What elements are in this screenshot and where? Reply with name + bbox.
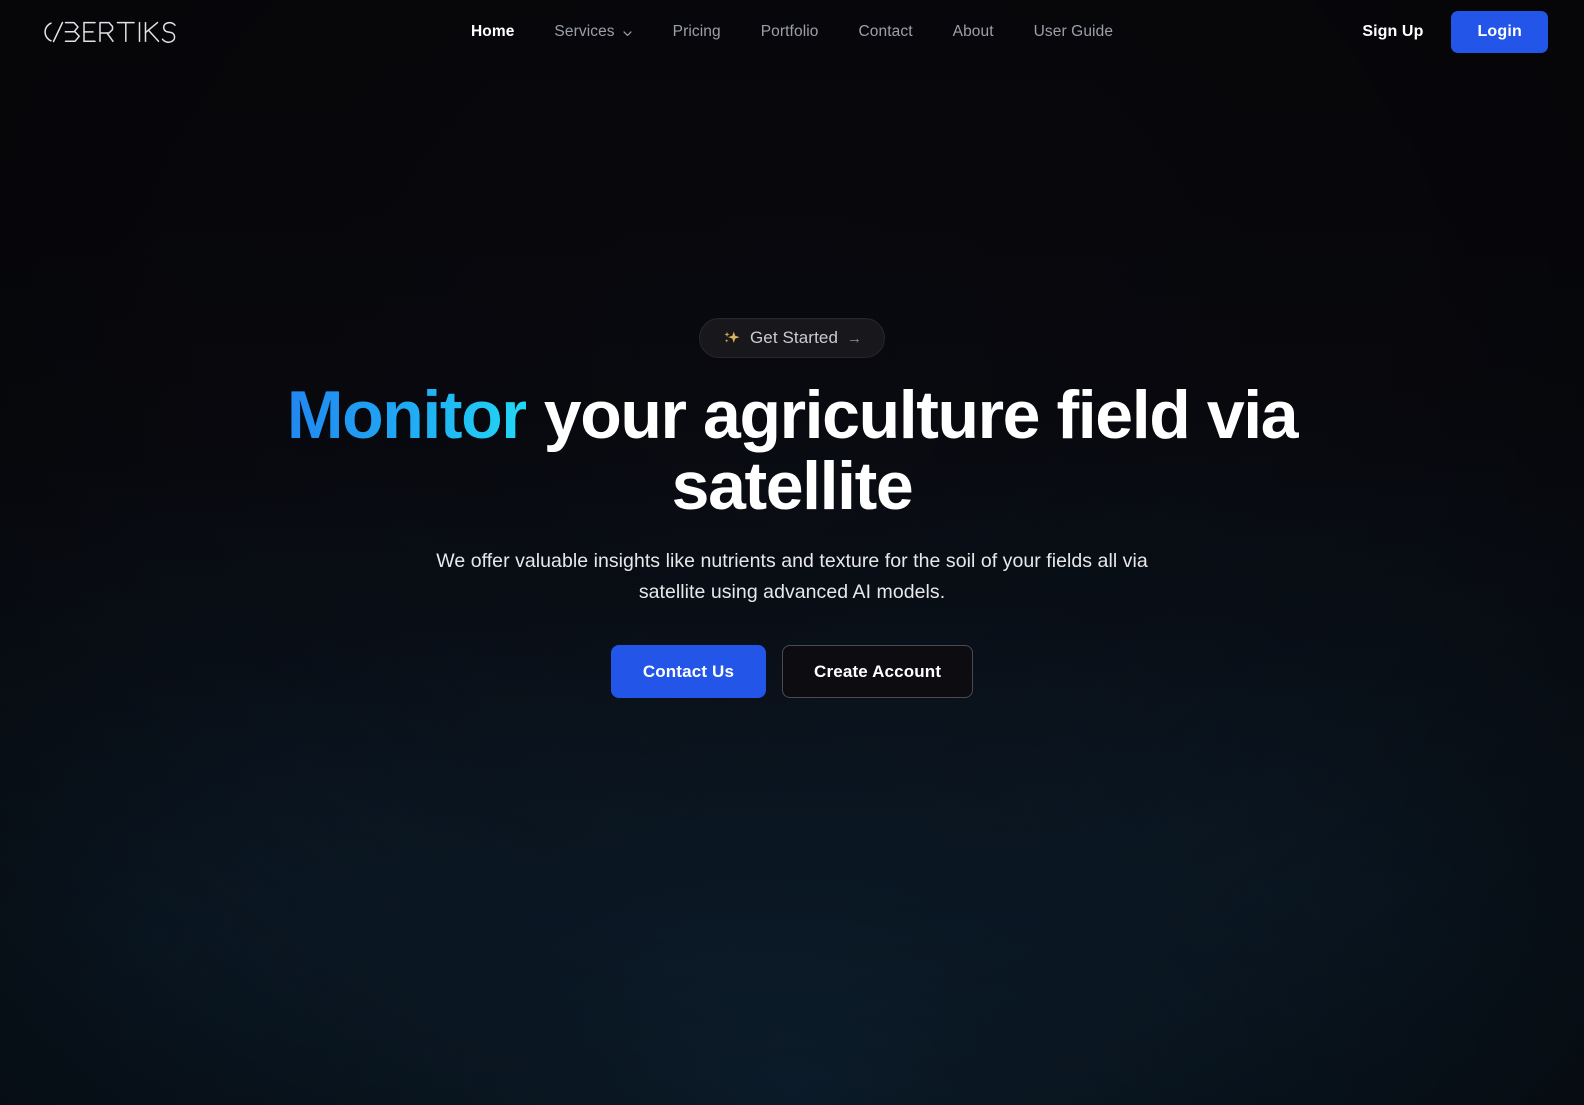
hero-cta-row: Contact Us Create Account bbox=[610, 644, 974, 698]
site-header: Home Services Pricing Portfolio Contact … bbox=[0, 0, 1584, 64]
nav-item-user-guide[interactable]: User Guide bbox=[1014, 23, 1133, 41]
get-started-badge[interactable]: Get Started → bbox=[698, 318, 886, 358]
contact-us-button[interactable]: Contact Us bbox=[610, 644, 767, 698]
nav-item-label: Pricing bbox=[672, 23, 721, 40]
nav-item-portfolio[interactable]: Portfolio bbox=[741, 23, 839, 41]
nav-item-home[interactable]: Home bbox=[451, 23, 534, 41]
sparkle-icon bbox=[722, 329, 741, 348]
login-button[interactable]: Login bbox=[1451, 11, 1548, 53]
nav-item-about[interactable]: About bbox=[933, 23, 1014, 41]
create-account-button[interactable]: Create Account bbox=[782, 644, 974, 698]
nav-item-label: User Guide bbox=[1033, 23, 1114, 40]
nav-item-label: About bbox=[952, 23, 994, 40]
hero-subheading: We offer valuable insights like nutrient… bbox=[436, 550, 1148, 603]
header-actions: Sign Up Login bbox=[1354, 0, 1548, 64]
headline-rest: your agriculture field via satellite bbox=[526, 377, 1299, 524]
page-title: Monitor your agriculture field via satel… bbox=[202, 380, 1382, 521]
nav-item-pricing[interactable]: Pricing bbox=[653, 23, 741, 41]
nav-item-services[interactable]: Services bbox=[534, 23, 652, 41]
arrow-right-icon: → bbox=[847, 329, 863, 347]
sign-up-link[interactable]: Sign Up bbox=[1354, 17, 1431, 47]
nav-item-label: Home bbox=[470, 23, 515, 40]
nav-item-label: Portfolio bbox=[760, 23, 819, 40]
headline-highlight: Monitor bbox=[286, 377, 528, 453]
chevron-down-icon bbox=[622, 28, 633, 39]
hero-section: Get Started → Monitor your agriculture f… bbox=[0, 0, 1584, 1105]
get-started-label: Get Started bbox=[749, 328, 839, 347]
nav-item-label: Services bbox=[554, 23, 615, 40]
nav-item-label: Contact bbox=[858, 23, 913, 40]
nav-item-contact[interactable]: Contact bbox=[839, 23, 933, 41]
main-navigation: Home Services Pricing Portfolio Contact … bbox=[0, 0, 1584, 64]
